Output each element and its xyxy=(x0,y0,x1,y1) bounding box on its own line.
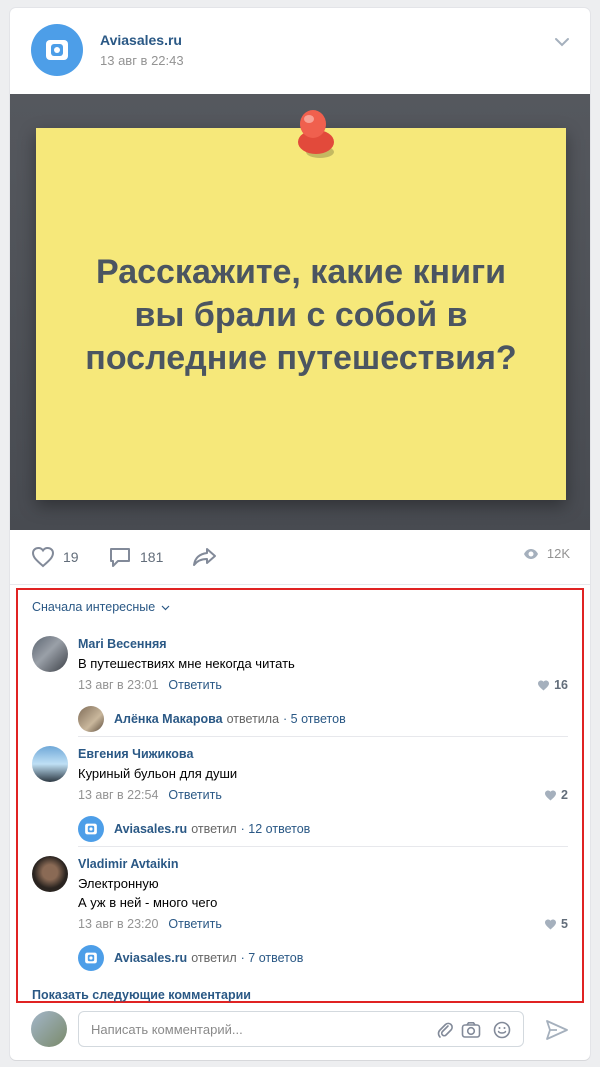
aviasales-logo-icon xyxy=(85,952,97,964)
sort-dropdown[interactable]: Сначала интересные xyxy=(32,600,170,614)
commenter-avatar[interactable] xyxy=(32,746,68,782)
show-more-comments-link[interactable]: Показать следующие комментарии xyxy=(32,988,251,1002)
reply-count-text: 12 ответов xyxy=(248,822,311,836)
reply-verb: ответила xyxy=(226,712,280,726)
comment-text: Электронную А уж в ней - много чего xyxy=(78,874,217,912)
reply-count: · 12 ответов xyxy=(240,822,311,836)
commenter-avatar[interactable] xyxy=(32,636,68,672)
comment-text: В путешествиях мне некогда читать xyxy=(78,654,295,673)
replier-name: Aviasales.ru xyxy=(114,822,188,836)
comment-like-button[interactable]: 5 xyxy=(544,917,568,931)
aviasales-logo-icon xyxy=(46,40,68,60)
comment-divider xyxy=(78,736,568,737)
views-counter: 12K xyxy=(523,546,570,561)
comment-bubble-icon xyxy=(110,548,130,567)
heart-icon xyxy=(545,790,557,800)
eye-icon xyxy=(523,548,538,559)
comment-like-count: 16 xyxy=(554,678,568,692)
comment-date[interactable]: 13 авг в 23:01 xyxy=(78,678,158,692)
reply-verb: ответил xyxy=(191,822,237,836)
attach-paperclip-icon[interactable] xyxy=(437,1021,453,1039)
comment-meta: 13 авг в 23:01 Ответить xyxy=(78,678,222,692)
comment-count: 181 xyxy=(140,549,164,565)
comment-input-placeholder: Написать комментарий... xyxy=(91,1022,243,1037)
comment-meta: 13 авг в 23:20 Ответить xyxy=(78,917,222,931)
comment-composer: Написать комментарий... xyxy=(10,1003,590,1060)
post-card: Aviasales.ru 13 авг в 22:43 Расскажите, … xyxy=(10,8,590,1060)
sticky-note: Расскажите, какие книги вы брали с собой… xyxy=(36,128,566,500)
comment-input[interactable]: Написать комментарий... xyxy=(78,1011,524,1047)
comment-date[interactable]: 13 авг в 22:54 xyxy=(78,788,158,802)
sort-label: Сначала интересные xyxy=(32,600,156,614)
image-caption-line: Расскажите, какие книги xyxy=(95,253,507,291)
share-arrow-icon xyxy=(193,548,216,566)
comment-like-count: 5 xyxy=(561,917,568,931)
author-avatar[interactable] xyxy=(31,24,83,76)
reply-count-text: 7 ответов xyxy=(248,951,304,965)
aviasales-logo-icon xyxy=(85,823,97,835)
image-caption-line: последние путешествия? xyxy=(85,339,517,377)
camera-icon[interactable] xyxy=(461,1021,481,1039)
heart-icon xyxy=(31,546,55,568)
chevron-down-icon xyxy=(161,605,170,611)
reply-button[interactable]: Ответить xyxy=(168,678,221,692)
comment-like-button[interactable]: 16 xyxy=(537,678,568,692)
reply-button[interactable]: Ответить xyxy=(168,788,221,802)
emoji-smile-icon[interactable] xyxy=(493,1021,511,1039)
comment-meta: 13 авг в 22:54 Ответить xyxy=(78,788,222,802)
post-header: Aviasales.ru 13 авг в 22:43 xyxy=(10,8,590,94)
replier-name: Алёнка Макарова xyxy=(114,712,223,726)
comment-date[interactable]: 13 авг в 23:20 xyxy=(78,917,158,931)
comments-section: Сначала интересные Mari Весенняя В путеш… xyxy=(16,588,584,1003)
post-actions: 19 181 12K xyxy=(10,530,590,584)
comment-line: В путешествиях мне некогда читать xyxy=(78,656,295,671)
comment-like-button[interactable]: 2 xyxy=(544,788,568,802)
commenter-name[interactable]: Mari Весенняя xyxy=(78,637,167,651)
chevron-down-icon[interactable] xyxy=(554,36,570,48)
reply-thread-link[interactable]: Aviasales.ru ответил · 12 ответов xyxy=(78,816,310,842)
comment-line: А уж в ней - много чего xyxy=(78,895,218,910)
reply-verb: ответил xyxy=(191,951,237,965)
replier-name: Aviasales.ru xyxy=(114,951,188,965)
reply-thread-link[interactable]: Алёнка Макарова ответила · 5 ответов xyxy=(78,706,346,732)
heart-icon xyxy=(538,680,550,690)
post-author-name[interactable]: Aviasales.ru xyxy=(100,32,182,48)
comment-line: Электронную xyxy=(78,876,159,891)
like-button[interactable]: 19 xyxy=(31,546,79,568)
reply-button[interactable]: Ответить xyxy=(168,917,221,931)
commenter-name[interactable]: Евгения Чижикова xyxy=(78,747,193,761)
send-arrow-icon[interactable] xyxy=(546,1020,568,1040)
like-count: 19 xyxy=(63,549,79,565)
replier-avatar xyxy=(78,945,104,971)
views-count: 12K xyxy=(546,546,570,561)
comment-button[interactable]: 181 xyxy=(108,546,163,568)
comment-like-count: 2 xyxy=(561,788,568,802)
reply-count-text: 5 ответов xyxy=(290,712,346,726)
image-caption-line: вы брали с собой в xyxy=(134,296,468,334)
comment-text: Куриный бульон для души xyxy=(78,764,237,783)
heart-icon xyxy=(545,919,557,929)
share-button[interactable] xyxy=(192,546,218,568)
replier-avatar xyxy=(78,816,104,842)
reply-thread-link[interactable]: Aviasales.ru ответил · 7 ответов xyxy=(78,945,303,971)
image-caption: Расскажите, какие книги вы брали с собой… xyxy=(36,251,566,380)
reply-count: · 5 ответов xyxy=(283,712,346,726)
current-user-avatar[interactable] xyxy=(31,1011,67,1047)
push-pin-icon xyxy=(298,110,334,158)
comment-divider xyxy=(78,846,568,847)
commenter-name[interactable]: Vladimir Avtaikin xyxy=(78,857,179,871)
post-image[interactable]: Расскажите, какие книги вы брали с собой… xyxy=(10,94,590,530)
post-date[interactable]: 13 авг в 22:43 xyxy=(100,53,184,68)
reply-count: · 7 ответов xyxy=(240,951,304,965)
divider xyxy=(10,584,590,585)
comment-line: Куриный бульон для души xyxy=(78,766,238,781)
replier-avatar xyxy=(78,706,104,732)
commenter-avatar[interactable] xyxy=(32,856,68,892)
